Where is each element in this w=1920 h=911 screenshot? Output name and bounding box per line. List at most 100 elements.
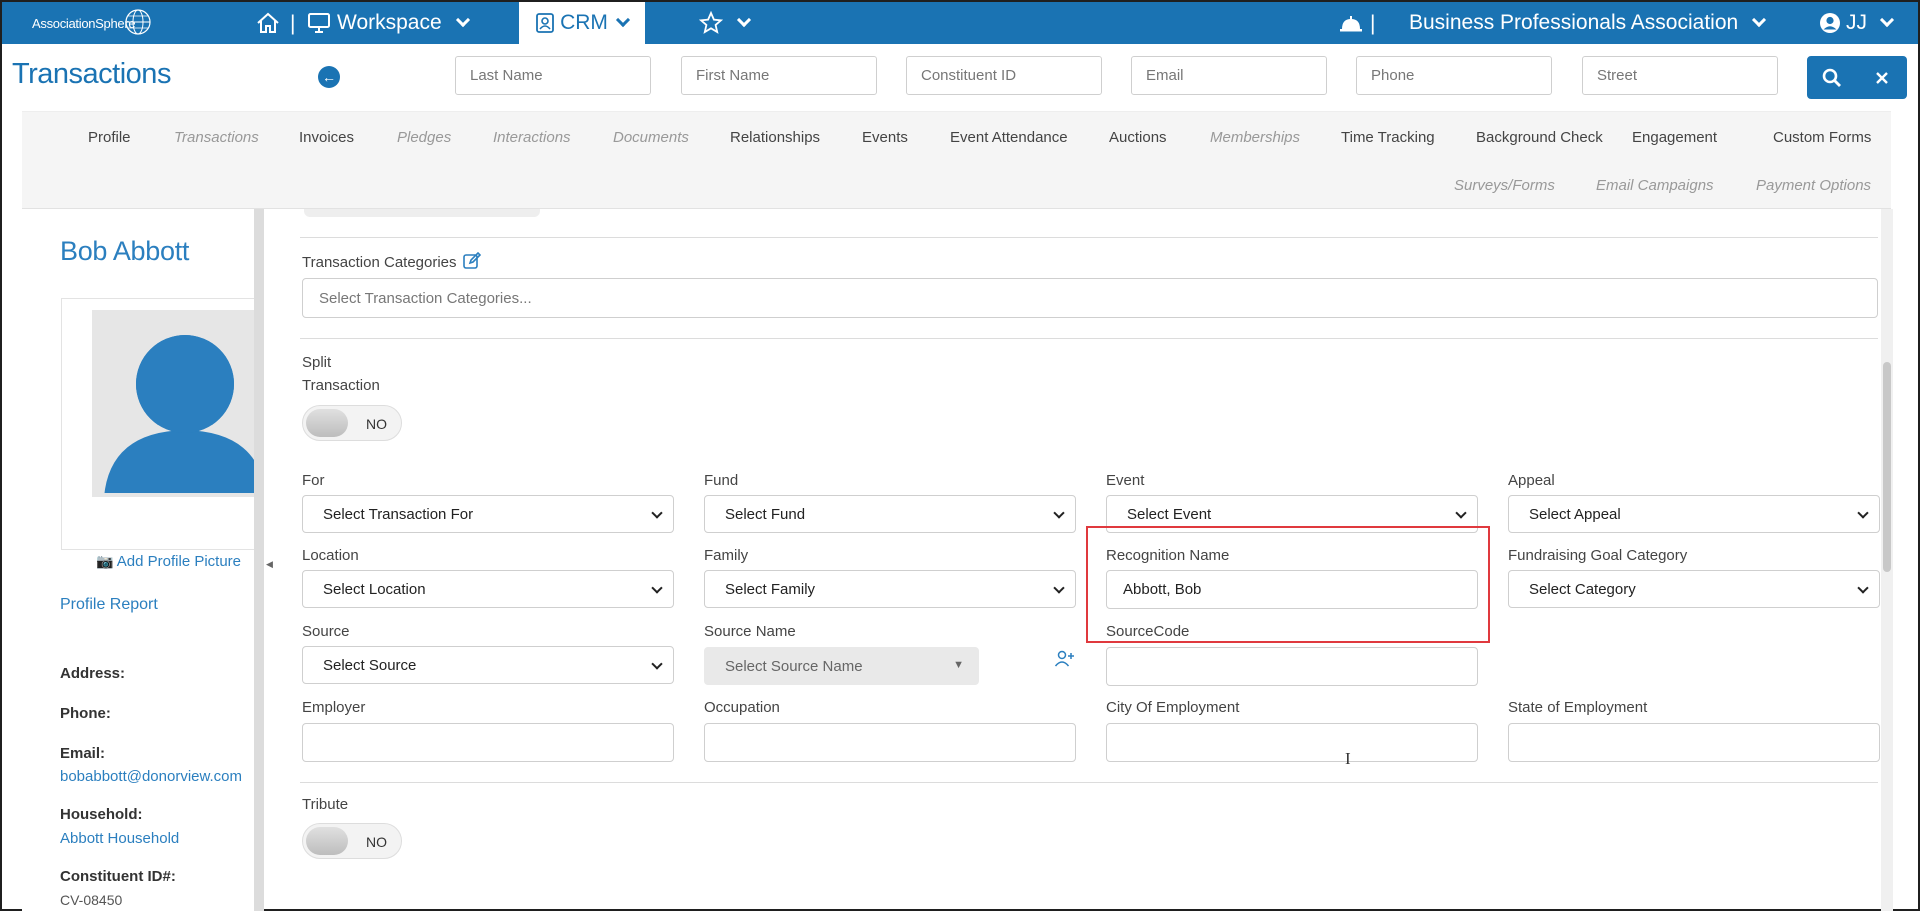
fundraising-goal-category-label: Fundraising Goal Category — [1508, 547, 1688, 564]
profile-report-link[interactable]: Profile Report — [60, 596, 158, 614]
event-select[interactable]: Select Event — [1106, 495, 1478, 533]
workspace-menu[interactable]: Workspace — [307, 2, 470, 44]
state-of-employment-input[interactable] — [1508, 723, 1880, 762]
constituent-name: Bob Abbott — [60, 236, 190, 266]
phone-search-input[interactable] — [1356, 56, 1552, 95]
crm-menu[interactable]: CRM — [519, 2, 645, 44]
chevron-down-icon — [1752, 12, 1767, 28]
text-cursor-icon: I — [1345, 749, 1351, 768]
camera-icon: 📷 — [96, 553, 114, 569]
tab-transactions[interactable]: Transactions — [174, 129, 259, 146]
user-menu[interactable]: JJ — [1819, 2, 1895, 44]
favorites-menu[interactable] — [699, 2, 752, 44]
transaction-form: Transaction Categories Select Transactio… — [264, 209, 1918, 911]
tab-invoices[interactable]: Invoices — [299, 129, 354, 146]
organization-menu[interactable]: Business Professionals Association — [1409, 2, 1767, 44]
chevron-down-icon — [651, 582, 663, 594]
household-link[interactable]: Abbott Household — [60, 830, 179, 847]
home-icon[interactable] — [256, 2, 280, 44]
fund-label: Fund — [704, 472, 739, 489]
source-name-value: Select Source Name — [725, 657, 863, 675]
constituent-id-search-input[interactable] — [906, 56, 1102, 95]
appeal-label: Appeal — [1508, 472, 1555, 489]
form-scrollbar[interactable] — [1881, 209, 1893, 911]
crm-label: CRM — [560, 11, 608, 34]
clear-search-button[interactable] — [1857, 56, 1907, 99]
recognition-name-input[interactable]: Abbott, Bob — [1106, 570, 1478, 609]
first-name-search-input[interactable] — [681, 56, 877, 95]
appeal-select[interactable]: Select Appeal — [1508, 495, 1880, 533]
tab-auctions[interactable]: Auctions — [1109, 129, 1167, 146]
profile-picture-frame — [61, 298, 261, 550]
tab-event-attendance[interactable]: Event Attendance — [950, 129, 1068, 146]
tab-payment-options[interactable]: Payment Options — [1756, 177, 1871, 194]
employer-input[interactable] — [302, 723, 674, 762]
tab-time-tracking[interactable]: Time Tracking — [1341, 129, 1435, 146]
transaction-categories-select[interactable]: Select Transaction Categories... — [302, 278, 1878, 318]
tribute-toggle-value: NO — [366, 834, 387, 850]
tab-profile[interactable]: Profile — [88, 129, 131, 146]
add-profile-picture-link[interactable]: 📷 Add Profile Picture — [96, 553, 241, 570]
sourcecode-input[interactable] — [1106, 647, 1478, 686]
chevron-down-icon — [651, 658, 663, 670]
location-value: Select Location — [323, 580, 426, 598]
contact-card-icon — [536, 13, 554, 33]
globe-icon — [125, 9, 151, 35]
family-select[interactable]: Select Family — [704, 570, 1076, 608]
tab-custom-forms[interactable]: Custom Forms — [1773, 129, 1871, 146]
back-arrow-icon[interactable]: ← — [318, 66, 340, 88]
sidebar-splitter[interactable] — [254, 209, 264, 911]
location-select[interactable]: Select Location — [302, 570, 674, 608]
transaction-for-value: Select Transaction For — [323, 505, 474, 523]
source-value: Select Source — [323, 656, 417, 674]
tab-memberships[interactable]: Memberships — [1210, 129, 1300, 146]
transaction-categories-label: Transaction Categories — [302, 251, 481, 271]
email-search-input[interactable] — [1131, 56, 1327, 95]
search-button[interactable] — [1807, 56, 1857, 99]
fund-value: Select Fund — [725, 505, 806, 523]
source-select[interactable]: Select Source — [302, 646, 674, 684]
address-label: Address: — [60, 665, 126, 682]
search-button-group — [1807, 56, 1907, 99]
toggle-knob — [306, 827, 348, 855]
family-label: Family — [704, 547, 749, 564]
transaction-for-select[interactable]: Select Transaction For — [302, 495, 674, 533]
constituent-sidebar: Bob Abbott 📷 Add Profile Picture Profile… — [22, 209, 261, 911]
event-label: Event — [1106, 472, 1145, 489]
tab-engagement[interactable]: Engagement — [1632, 129, 1717, 146]
fundraising-goal-category-select[interactable]: Select Category — [1508, 570, 1880, 608]
family-value: Select Family — [725, 580, 816, 598]
occupation-input[interactable] — [704, 723, 1076, 762]
city-of-employment-label: City Of Employment — [1106, 699, 1240, 716]
add-user-icon[interactable] — [1054, 650, 1076, 673]
scrollbar-thumb[interactable] — [1883, 362, 1891, 572]
tab-background-check[interactable]: Background Check — [1476, 129, 1603, 146]
tab-email-campaigns[interactable]: Email Campaigns — [1596, 177, 1714, 194]
tab-interactions[interactable]: Interactions — [493, 129, 571, 146]
chevron-down-icon — [736, 12, 752, 28]
split-transaction-toggle[interactable]: NO — [302, 405, 402, 441]
email-link[interactable]: bobabbott@donorview.com — [60, 768, 242, 785]
organization-name: Business Professionals Association — [1409, 11, 1739, 34]
tab-events[interactable]: Events — [862, 129, 908, 146]
close-icon — [1876, 71, 1888, 84]
street-search-input[interactable] — [1582, 56, 1778, 95]
divider — [300, 237, 1878, 238]
edit-icon[interactable] — [462, 251, 481, 270]
chevron-down-icon — [651, 507, 663, 519]
tab-documents[interactable]: Documents — [613, 129, 689, 146]
source-name-select[interactable]: Select Source Name ▼ — [704, 647, 979, 685]
service-bell-icon[interactable] — [1339, 2, 1363, 44]
association-sphere-logo[interactable]: AssociationSphere — [32, 7, 152, 39]
source-name-label: Source Name — [704, 623, 796, 640]
tab-relationships[interactable]: Relationships — [730, 129, 820, 146]
sourcecode-label: SourceCode — [1106, 623, 1190, 640]
city-of-employment-input[interactable] — [1106, 723, 1478, 762]
divider — [300, 338, 1878, 339]
tab-pledges[interactable]: Pledges — [397, 129, 451, 146]
workspace-label: Workspace — [337, 11, 442, 34]
tab-surveys-forms[interactable]: Surveys/Forms — [1454, 177, 1555, 194]
fund-select[interactable]: Select Fund — [704, 495, 1076, 533]
last-name-search-input[interactable] — [455, 56, 651, 95]
tribute-toggle[interactable]: NO — [302, 823, 402, 859]
